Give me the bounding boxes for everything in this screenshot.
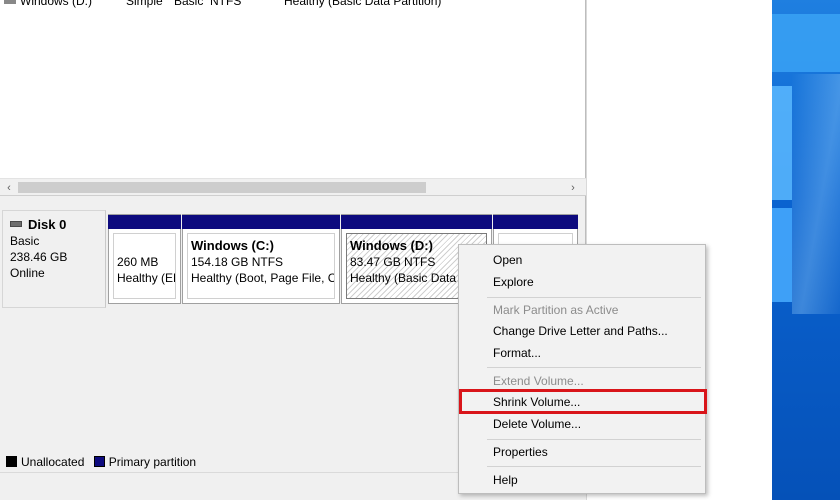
context-menu: Open Explore Mark Partition as Active Ch… [458, 244, 707, 494]
volume-type: Basic [174, 0, 204, 8]
menu-item-explore[interactable]: Explore [493, 273, 534, 291]
disk-state: Online [10, 266, 45, 280]
partition-title: Windows (C:) [191, 238, 274, 253]
menu-item-help[interactable]: Help [493, 471, 518, 489]
scroll-right-icon[interactable]: › [566, 181, 580, 195]
menu-item-extend[interactable]: Extend Volume... [493, 372, 584, 390]
menu-separator [487, 297, 701, 298]
disk-icon [10, 221, 22, 227]
disk-name: Disk 0 [28, 217, 67, 232]
partition-windows-c[interactable]: Windows (C:) 154.18 GB NTFS Healthy (Boo… [182, 214, 340, 304]
scrollbar-thumb[interactable] [18, 182, 426, 193]
menu-separator [487, 466, 701, 467]
shrink-highlight-box [459, 389, 707, 414]
disk-label[interactable]: Disk 0 Basic 238.46 GB Online [2, 210, 106, 308]
partition-size: 260 MB [117, 255, 159, 269]
partition-efi[interactable]: 260 MB Healthy (EF [108, 214, 181, 304]
scroll-left-icon[interactable]: ‹ [2, 181, 16, 195]
horizontal-scrollbar[interactable]: ‹ › [0, 178, 586, 196]
disk-size: 238.46 GB [10, 250, 68, 264]
menu-item-delete[interactable]: Delete Volume... [493, 415, 581, 433]
volume-status: Healthy (Basic Data Partition) [284, 0, 442, 8]
partition-size: 154.18 GB NTFS [191, 255, 284, 269]
primary-swatch [93, 456, 105, 467]
menu-item-open[interactable]: Open [493, 251, 522, 269]
menu-item-mark-active[interactable]: Mark Partition as Active [493, 301, 618, 319]
menu-item-properties[interactable]: Properties [493, 443, 548, 461]
partition-bar [182, 215, 340, 229]
volume-layout: Simple [126, 0, 163, 8]
legend: Unallocated Primary partition [6, 455, 196, 469]
partition-bar [108, 215, 181, 229]
menu-item-format[interactable]: Format... [493, 344, 541, 362]
partition-bar [493, 215, 578, 229]
partition-status: Healthy (EF [117, 271, 176, 285]
menu-separator [487, 439, 701, 440]
volume-file-system: NTFS [210, 0, 242, 8]
unallocated-swatch [6, 456, 17, 467]
legend-unallocated: Unallocated [21, 455, 85, 469]
windows-logo [772, 14, 840, 314]
volume-name: Windows (D:) [20, 0, 93, 8]
drive-icon [4, 0, 16, 4]
desktop-background [772, 0, 840, 500]
menu-separator [487, 367, 701, 368]
partition-bar [341, 215, 492, 229]
partition-status: Healthy (Boot, Page File, Cra [191, 271, 335, 285]
menu-item-change-letter[interactable]: Change Drive Letter and Paths... [493, 322, 668, 340]
volume-list: Windows (D:) Simple Basic NTFS Healthy (… [0, 0, 586, 178]
legend-primary: Primary partition [108, 455, 197, 469]
volume-list-row[interactable]: Windows (D:) Simple Basic NTFS Healthy (… [4, 0, 584, 8]
disk-type: Basic [10, 234, 40, 248]
